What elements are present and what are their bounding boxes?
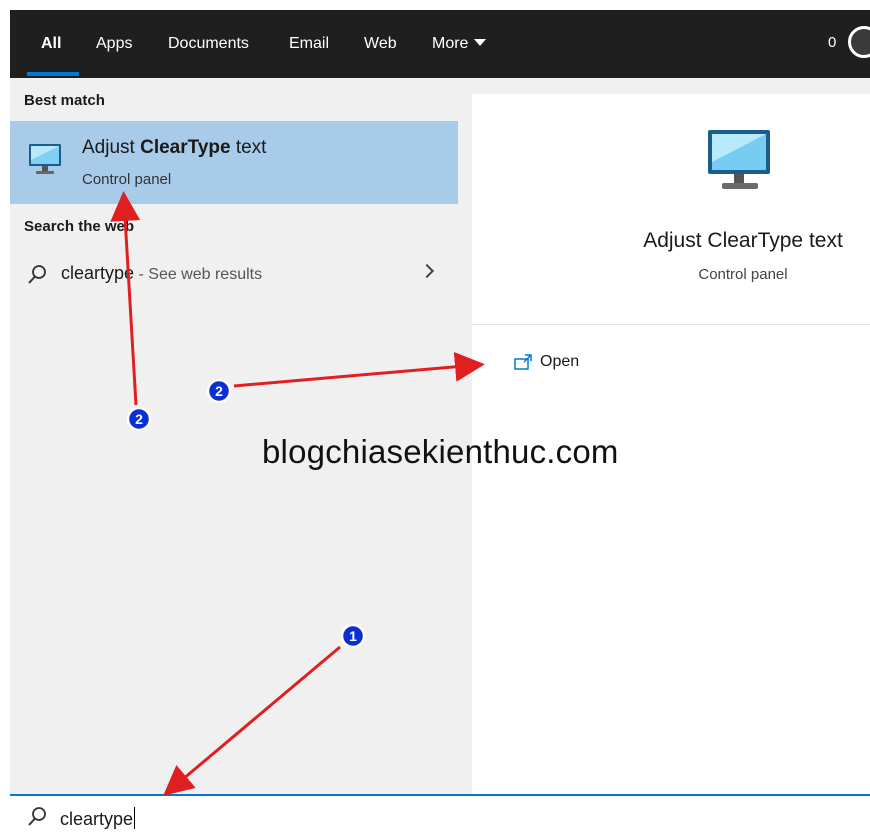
divider — [472, 324, 870, 325]
search-input[interactable]: cleartype — [60, 807, 136, 830]
preview-subtitle: Control panel — [698, 266, 788, 283]
search-web-heading: Search the web — [24, 218, 135, 235]
watermark: blogchiasekienthuc.com — [262, 433, 619, 470]
open-icon — [514, 354, 532, 370]
chevron-right-icon[interactable] — [419, 263, 435, 279]
text-cursor — [134, 807, 136, 829]
best-match-title: Adjust ClearType text — [82, 137, 266, 159]
search-box: cleartype — [10, 794, 870, 838]
preview-title: Adjust ClearType text — [643, 229, 843, 252]
chevron-down-icon — [474, 39, 487, 46]
web-result-text: cleartype - See web results — [61, 263, 262, 284]
search-icon — [28, 265, 46, 284]
tab-more-label: More — [432, 35, 469, 52]
search-scope-nav: All Apps Documents Email Web More 0 — [10, 10, 870, 78]
search-icon — [28, 807, 46, 826]
best-match-title-suffix: text — [230, 137, 267, 158]
tab-apps[interactable]: Apps — [96, 34, 132, 54]
tab-all[interactable]: All — [41, 34, 61, 54]
windows-search-panel: All Apps Documents Email Web More 0 Best… — [10, 10, 870, 838]
tab-more[interactable]: More — [432, 34, 487, 54]
rewards-points: 0 — [828, 34, 837, 51]
avatar[interactable] — [848, 26, 870, 58]
best-match-title-highlight: ClearType — [140, 137, 231, 158]
web-result-query: cleartype — [61, 263, 135, 283]
web-result-suffix: - See web results — [134, 266, 263, 283]
monitor-icon — [708, 130, 770, 189]
active-tab-indicator — [27, 72, 79, 76]
best-match-title-prefix: Adjust — [82, 137, 141, 158]
tab-web[interactable]: Web — [364, 34, 397, 54]
web-result-item[interactable]: cleartype - See web results — [10, 254, 458, 294]
open-label: Open — [540, 353, 580, 370]
best-match-item[interactable]: Adjust ClearType text Control panel — [10, 121, 458, 204]
search-input-value: cleartype — [60, 809, 134, 829]
best-match-heading: Best match — [24, 92, 105, 109]
best-match-subtitle: Control panel — [82, 171, 172, 188]
tab-email[interactable]: Email — [289, 34, 329, 54]
monitor-icon — [29, 144, 61, 174]
tab-documents[interactable]: Documents — [168, 34, 249, 54]
